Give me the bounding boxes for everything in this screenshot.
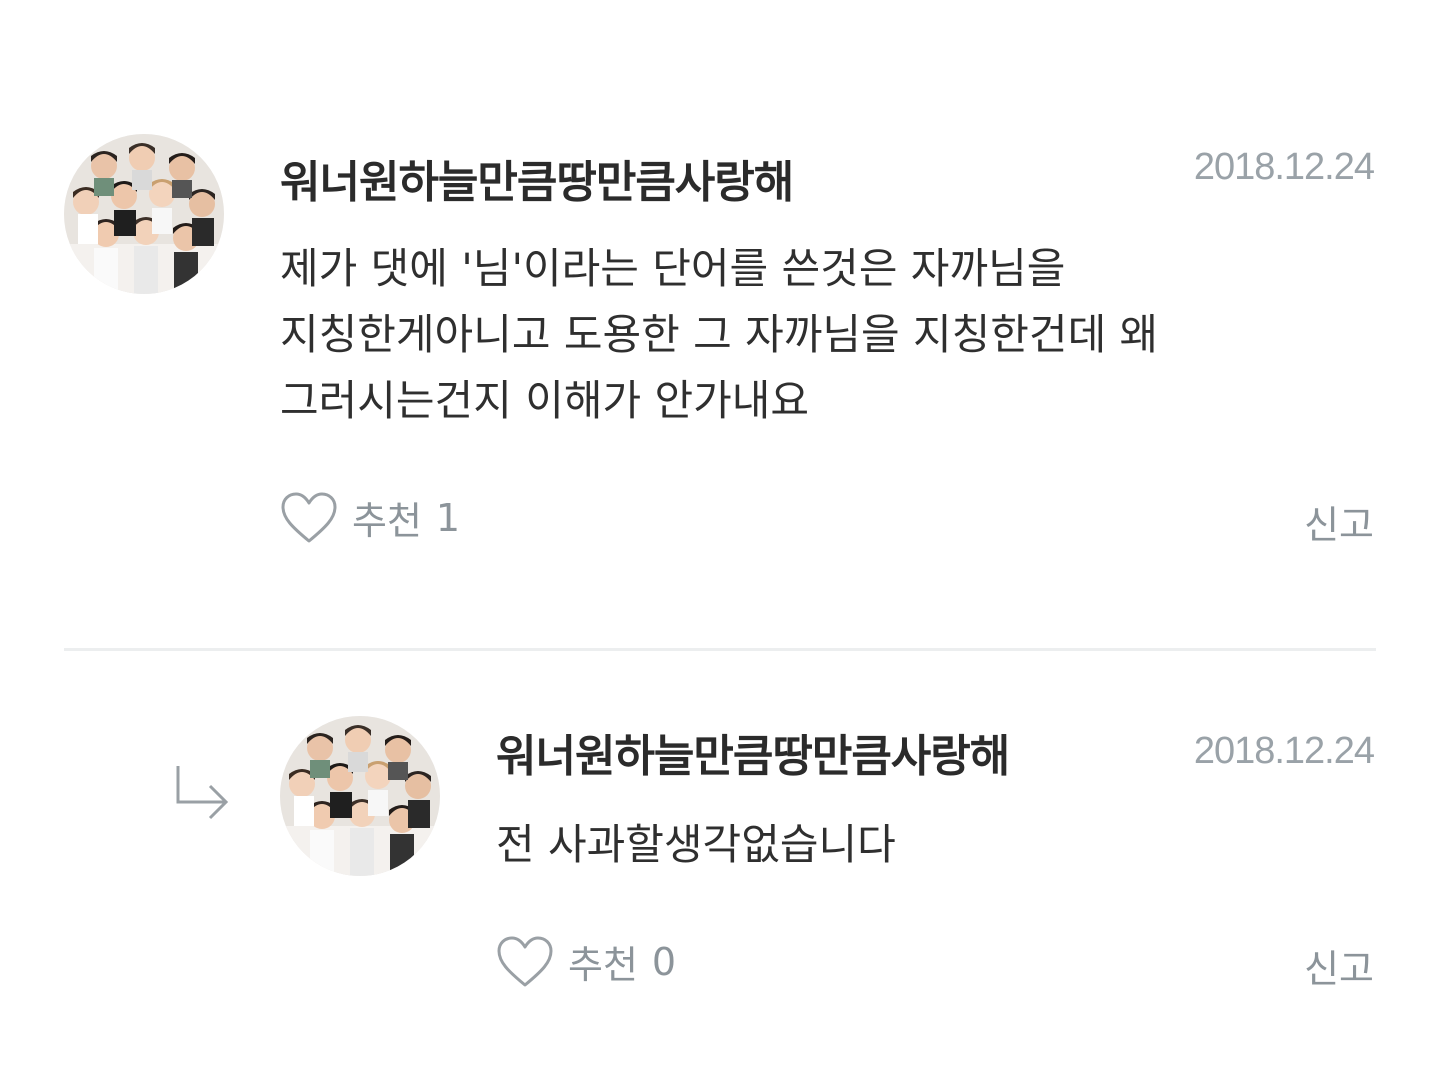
comment-date: 2018.12.24 (1193, 730, 1375, 772)
report-button[interactable]: 신고 (1304, 938, 1374, 993)
heart-outline-icon (281, 492, 337, 542)
heart-outline-icon (497, 936, 553, 986)
avatar[interactable] (64, 134, 224, 294)
group-photo-avatar-image (64, 134, 224, 294)
like-count: 1 (435, 495, 461, 540)
comment-text: 전 사과할생각없습니다 (496, 820, 896, 869)
comment-divider (64, 648, 1376, 651)
like-label: 추천 (568, 943, 638, 987)
like-button[interactable]: 추천 0 (496, 934, 676, 989)
group-photo-avatar-image (280, 716, 440, 876)
comment-date: 2018.12.24 (1193, 146, 1375, 188)
like-count: 0 (651, 939, 677, 984)
report-button[interactable]: 신고 (1304, 494, 1374, 549)
comment-author: 워너원하늘만큼땅만큼사랑해 (280, 157, 794, 208)
reply-arrow-icon (172, 764, 232, 832)
like-button[interactable]: 추천 1 (280, 490, 460, 545)
comment-author: 워너원하늘만큼땅만큼사랑해 (496, 731, 1010, 782)
like-label: 추천 (352, 499, 422, 543)
avatar[interactable] (280, 716, 440, 876)
comment-text: 제가 댓에 '님'이라는 단어를 쓴것은 자까님을 지칭한게아니고 도용한 그 … (280, 244, 1159, 425)
